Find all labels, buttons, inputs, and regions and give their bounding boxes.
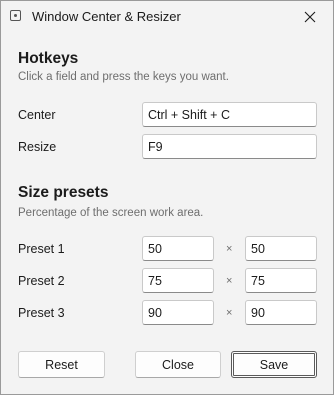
settings-window: Window Center & Resizer Hotkeys Click a … bbox=[0, 0, 334, 395]
size-presets-heading: Size presets bbox=[18, 184, 109, 201]
app-window-icon bbox=[10, 10, 21, 21]
resize-label: Resize bbox=[18, 140, 57, 154]
center-label: Center bbox=[18, 108, 56, 122]
save-button[interactable]: Save bbox=[231, 351, 317, 378]
hotkeys-heading: Hotkeys bbox=[18, 50, 79, 67]
preset-2-times: × bbox=[226, 275, 233, 287]
preset-2-height-field[interactable] bbox=[245, 268, 317, 293]
preset-3-label: Preset 3 bbox=[18, 306, 65, 320]
preset-2-width-field[interactable] bbox=[142, 268, 214, 293]
preset-1-width-field[interactable] bbox=[142, 236, 214, 261]
preset-3-height-field[interactable] bbox=[245, 300, 317, 325]
center-hotkey-field[interactable] bbox=[142, 102, 317, 127]
preset-1-times: × bbox=[226, 243, 233, 255]
preset-1-height-field[interactable] bbox=[245, 236, 317, 261]
size-presets-description: Percentage of the screen work area. bbox=[18, 207, 204, 219]
close-button[interactable]: Close bbox=[135, 351, 221, 378]
resize-hotkey-field[interactable] bbox=[142, 134, 317, 159]
preset-2-label: Preset 2 bbox=[18, 274, 65, 288]
preset-3-times: × bbox=[226, 307, 233, 319]
close-icon bbox=[304, 11, 316, 23]
title-bar: Window Center & Resizer bbox=[1, 1, 333, 33]
preset-1-label: Preset 1 bbox=[18, 242, 65, 256]
preset-3-width-field[interactable] bbox=[142, 300, 214, 325]
close-window-button[interactable] bbox=[287, 1, 333, 33]
reset-button[interactable]: Reset bbox=[18, 351, 105, 378]
hotkeys-description: Click a field and press the keys you wan… bbox=[18, 71, 229, 83]
window-title: Window Center & Resizer bbox=[32, 9, 181, 24]
